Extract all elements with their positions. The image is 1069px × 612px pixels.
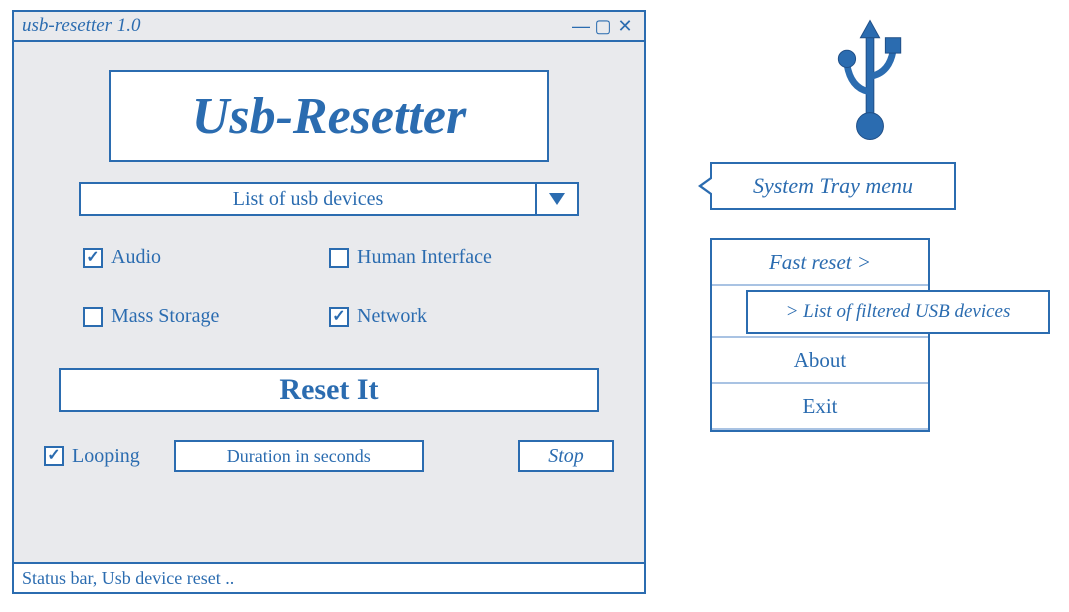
- checkbox-label: Audio: [111, 246, 161, 269]
- titlebar: usb-resetter 1.0 — ▢ ✕: [14, 12, 644, 42]
- checkbox-icon: [83, 307, 103, 327]
- checkbox-audio[interactable]: Audio: [83, 246, 329, 269]
- maximize-button[interactable]: ▢: [592, 17, 614, 35]
- checkbox-mass-storage[interactable]: Mass Storage: [83, 305, 329, 328]
- window-title: usb-resetter 1.0: [22, 15, 570, 37]
- stop-button[interactable]: Stop: [518, 440, 614, 472]
- tray-item-exit[interactable]: Exit: [712, 384, 928, 430]
- checkbox-icon: [83, 248, 103, 268]
- minimize-button[interactable]: —: [570, 17, 592, 35]
- checkbox-icon: [329, 307, 349, 327]
- checkbox-looping[interactable]: Looping: [44, 445, 140, 468]
- status-bar: Status bar, Usb device reset ..: [14, 562, 644, 592]
- usb-icon: [700, 14, 1040, 144]
- checkbox-label: Mass Storage: [111, 305, 219, 328]
- checkbox-label: Network: [357, 305, 427, 328]
- tray-menu: Fast reset > About Exit > List of filter…: [710, 238, 930, 432]
- tray-tooltip: System Tray menu: [710, 162, 956, 210]
- reset-button[interactable]: Reset It: [59, 368, 599, 412]
- usb-device-dropdown[interactable]: List of usb devices: [79, 182, 579, 216]
- checkbox-label: Looping: [72, 445, 140, 468]
- checkbox-network[interactable]: Network: [329, 305, 575, 328]
- app-banner: Usb-Resetter: [109, 70, 549, 162]
- tray-item-about[interactable]: About: [712, 338, 928, 384]
- checkbox-icon: [329, 248, 349, 268]
- filter-checkboxes: Audio Human Interface Mass Storage Netwo…: [79, 238, 579, 340]
- main-window: usb-resetter 1.0 — ▢ ✕ Usb-Resetter List…: [12, 10, 646, 594]
- tray-submenu-item[interactable]: > List of filtered USB devices: [746, 290, 1050, 334]
- bottom-row: Looping Duration in seconds Stop: [14, 432, 644, 472]
- duration-input[interactable]: Duration in seconds: [174, 440, 424, 472]
- chevron-down-icon: [549, 193, 565, 205]
- checkbox-human-interface[interactable]: Human Interface: [329, 246, 575, 269]
- dropdown-label: List of usb devices: [81, 184, 535, 214]
- checkbox-label: Human Interface: [357, 246, 492, 269]
- dropdown-toggle[interactable]: [535, 184, 577, 214]
- close-button[interactable]: ✕: [614, 17, 636, 35]
- checkbox-icon: [44, 446, 64, 466]
- tray-item-fast-reset[interactable]: Fast reset >: [712, 240, 928, 286]
- tray-area: System Tray menu Fast reset > About Exit…: [700, 14, 1040, 432]
